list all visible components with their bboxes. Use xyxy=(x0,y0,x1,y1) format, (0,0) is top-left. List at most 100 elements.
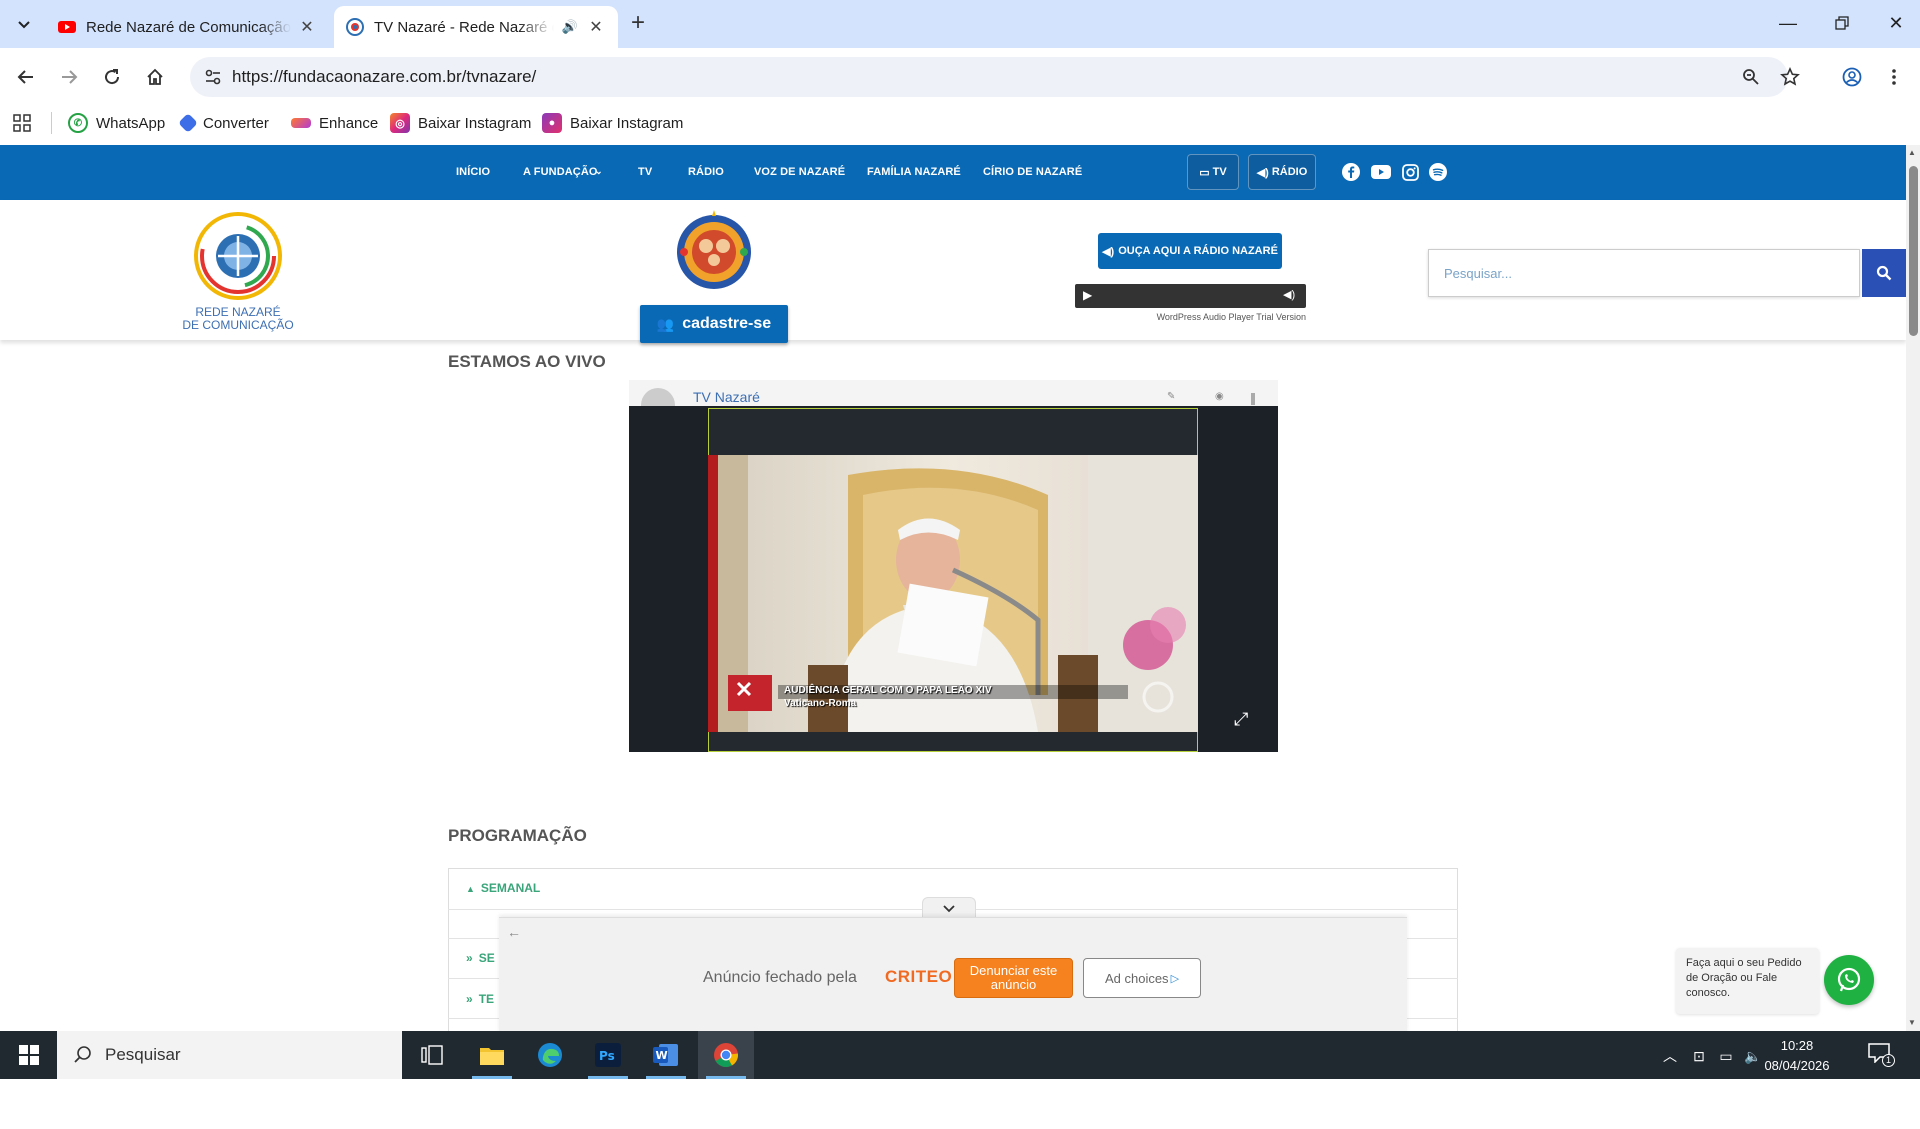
ad-closed-text: Anúncio fechado pela xyxy=(703,969,857,986)
cadastre-label: cadastre-se xyxy=(682,315,772,332)
search-icon xyxy=(1876,265,1892,281)
youtube-social-icon[interactable] xyxy=(1371,162,1391,182)
whatsapp-icon: ✆ xyxy=(68,113,88,133)
site-search-button[interactable] xyxy=(1862,249,1906,297)
clock-date: 08/04/2026 xyxy=(1764,1058,1830,1073)
bookmark-label: Converter xyxy=(203,114,269,132)
bookmark-label: Baixar Instagram xyxy=(570,114,684,132)
meet-now-icon[interactable]: ⊡ xyxy=(1688,1045,1710,1067)
enhance-icon xyxy=(291,118,311,128)
familia-nazare-logo[interactable] xyxy=(668,208,760,290)
profile-button[interactable] xyxy=(1836,61,1868,93)
menu-button[interactable] xyxy=(1878,61,1910,93)
ad-choices-button[interactable]: Ad choices ▷ xyxy=(1083,958,1201,998)
minimize-button[interactable]: — xyxy=(1760,0,1816,46)
site-icon xyxy=(346,18,364,36)
radio-pill-button[interactable]: ◀) RÁDIO xyxy=(1248,154,1316,190)
nav-familia-nazare[interactable]: FAMÍLIA NAZARÉ xyxy=(867,166,961,178)
scroll-down-icon[interactable]: ▼ xyxy=(1908,1018,1916,1027)
site-search-input[interactable]: Pesquisar... xyxy=(1428,249,1860,297)
restore-icon xyxy=(1835,16,1849,30)
nav-voz-de-nazare[interactable]: VOZ DE NAZARÉ xyxy=(754,166,845,178)
accordion-item-2[interactable]: » SE xyxy=(466,951,495,965)
nav-radio[interactable]: RÁDIO xyxy=(688,166,724,178)
fullscreen-icon[interactable]: ⤢ xyxy=(1234,709,1248,730)
audio-playing-icon[interactable]: 🔊 xyxy=(560,17,580,37)
accordion-semanal[interactable]: ▲ SEMANAL xyxy=(466,881,540,895)
ad-back-icon[interactable]: ← xyxy=(507,924,521,940)
windows-icon xyxy=(18,1045,39,1065)
start-button[interactable] xyxy=(0,1031,57,1079)
video-lower-third: AUDIÊNCIA GERAL COM O PAPA LEÃO XIV Vati… xyxy=(784,684,992,710)
edge-app[interactable] xyxy=(522,1031,578,1079)
tv-pill-button[interactable]: ▭ TV xyxy=(1187,154,1239,190)
address-bar[interactable]: https://fundacaonazare.com.br/tvnazare/ xyxy=(190,57,1788,97)
play-icon[interactable]: ▶ xyxy=(1083,288,1092,302)
home-button[interactable] xyxy=(139,61,171,93)
mute-icon[interactable]: ✎ xyxy=(1167,391,1175,402)
action-center-button[interactable]: 1 xyxy=(1868,1043,1895,1067)
restore-button[interactable] xyxy=(1814,0,1870,46)
close-tab-icon[interactable]: ✕ xyxy=(586,17,606,37)
accordion-label: SEMANAL xyxy=(480,881,541,895)
cadastre-se-button[interactable]: 👥 cadastre-se xyxy=(640,305,788,343)
nav-inicio[interactable]: INÍCIO xyxy=(456,166,490,178)
tab-youtube[interactable]: Rede Nazaré de Comunicação - YouTube ✕ xyxy=(46,6,329,48)
nav-a-fundacao[interactable]: A FUNDAÇÃO xyxy=(523,166,598,178)
chrome-app[interactable] xyxy=(698,1031,754,1079)
taskbar-search[interactable]: Pesquisar xyxy=(57,1031,402,1079)
close-tab-icon[interactable]: ✕ xyxy=(297,17,317,37)
bookmark-whatsapp[interactable]: ✆ WhatsApp xyxy=(68,108,165,138)
chevron-down-icon: ⌄ xyxy=(595,166,603,176)
chrome-icon xyxy=(714,1043,738,1068)
instagram-social-icon[interactable] xyxy=(1400,162,1420,182)
bookmark-instagram-1[interactable]: ◎ Baixar Instagram xyxy=(390,108,531,138)
video-channel-name[interactable]: TV Nazaré xyxy=(693,389,760,405)
back-button[interactable] xyxy=(10,61,42,93)
whatsapp-icon xyxy=(1837,967,1861,992)
show-hidden-icons[interactable]: ︿ xyxy=(1659,1045,1681,1067)
file-explorer-app[interactable] xyxy=(464,1031,520,1079)
task-view-icon xyxy=(421,1045,443,1065)
ad-collapse-toggle[interactable] xyxy=(922,897,976,919)
svg-text:W: W xyxy=(656,1049,668,1062)
accordion-item-3[interactable]: » TE xyxy=(466,992,494,1006)
double-chevron-down-icon: » xyxy=(466,951,473,965)
photoshop-app[interactable]: Ps xyxy=(580,1031,636,1079)
whatsapp-float-button[interactable] xyxy=(1824,955,1874,1005)
more-icon[interactable] xyxy=(1251,393,1255,405)
scrollbar-thumb[interactable] xyxy=(1909,166,1918,336)
rede-nazare-emblem xyxy=(194,212,282,300)
close-window-button[interactable]: ✕ xyxy=(1868,0,1920,46)
tab-tv-nazare[interactable]: TV Nazaré - Rede Nazaré de Comunicação 🔊… xyxy=(334,6,618,48)
facebook-icon[interactable] xyxy=(1341,162,1361,182)
chevron-down-icon xyxy=(18,21,30,29)
site-settings-icon[interactable] xyxy=(204,68,222,86)
new-tab-button[interactable]: + xyxy=(624,10,652,38)
scroll-up-icon[interactable]: ▲ xyxy=(1908,148,1916,157)
speaker-icon[interactable]: ◀) xyxy=(1283,288,1295,301)
word-app[interactable]: W xyxy=(638,1031,694,1079)
ouca-radio-button[interactable]: ◀) OUÇA AQUI A RÁDIO NAZARÉ xyxy=(1098,233,1282,269)
taskbar-clock[interactable]: 10:28 08/04/2026 xyxy=(1762,1036,1832,1076)
volume-tray-icon[interactable]: 🔈 xyxy=(1742,1045,1764,1067)
report-ad-button[interactable]: Denunciar este anúncio xyxy=(954,958,1073,998)
task-view-button[interactable] xyxy=(404,1031,460,1079)
network-icon[interactable]: ▭ xyxy=(1715,1045,1737,1067)
rede-nazare-logo[interactable] xyxy=(190,208,286,304)
bookmark-star-button[interactable] xyxy=(1774,61,1806,93)
bookmark-instagram-2[interactable]: ● Baixar Instagram xyxy=(542,108,683,138)
spotify-icon[interactable] xyxy=(1428,162,1448,182)
apps-button[interactable] xyxy=(13,108,31,138)
reload-button[interactable] xyxy=(96,61,128,93)
zoom-button[interactable] xyxy=(1735,61,1767,93)
nav-cirio-de-nazare[interactable]: CÍRIO DE NAZARÉ xyxy=(983,166,1082,178)
bookmark-converter[interactable]: Converter xyxy=(178,108,269,138)
whatsapp-prayer-card[interactable]: Faça aqui o seu Pedido de Oração ou Fale… xyxy=(1676,948,1819,1014)
photoshop-icon: Ps xyxy=(595,1043,621,1067)
player-trial-text: WordPress Audio Player Trial Version xyxy=(1156,312,1306,322)
bookmark-enhance[interactable]: Enhance xyxy=(291,108,378,138)
nav-tv[interactable]: TV xyxy=(638,166,652,178)
forward-button[interactable] xyxy=(53,61,85,93)
tab-search-button[interactable] xyxy=(10,10,38,38)
